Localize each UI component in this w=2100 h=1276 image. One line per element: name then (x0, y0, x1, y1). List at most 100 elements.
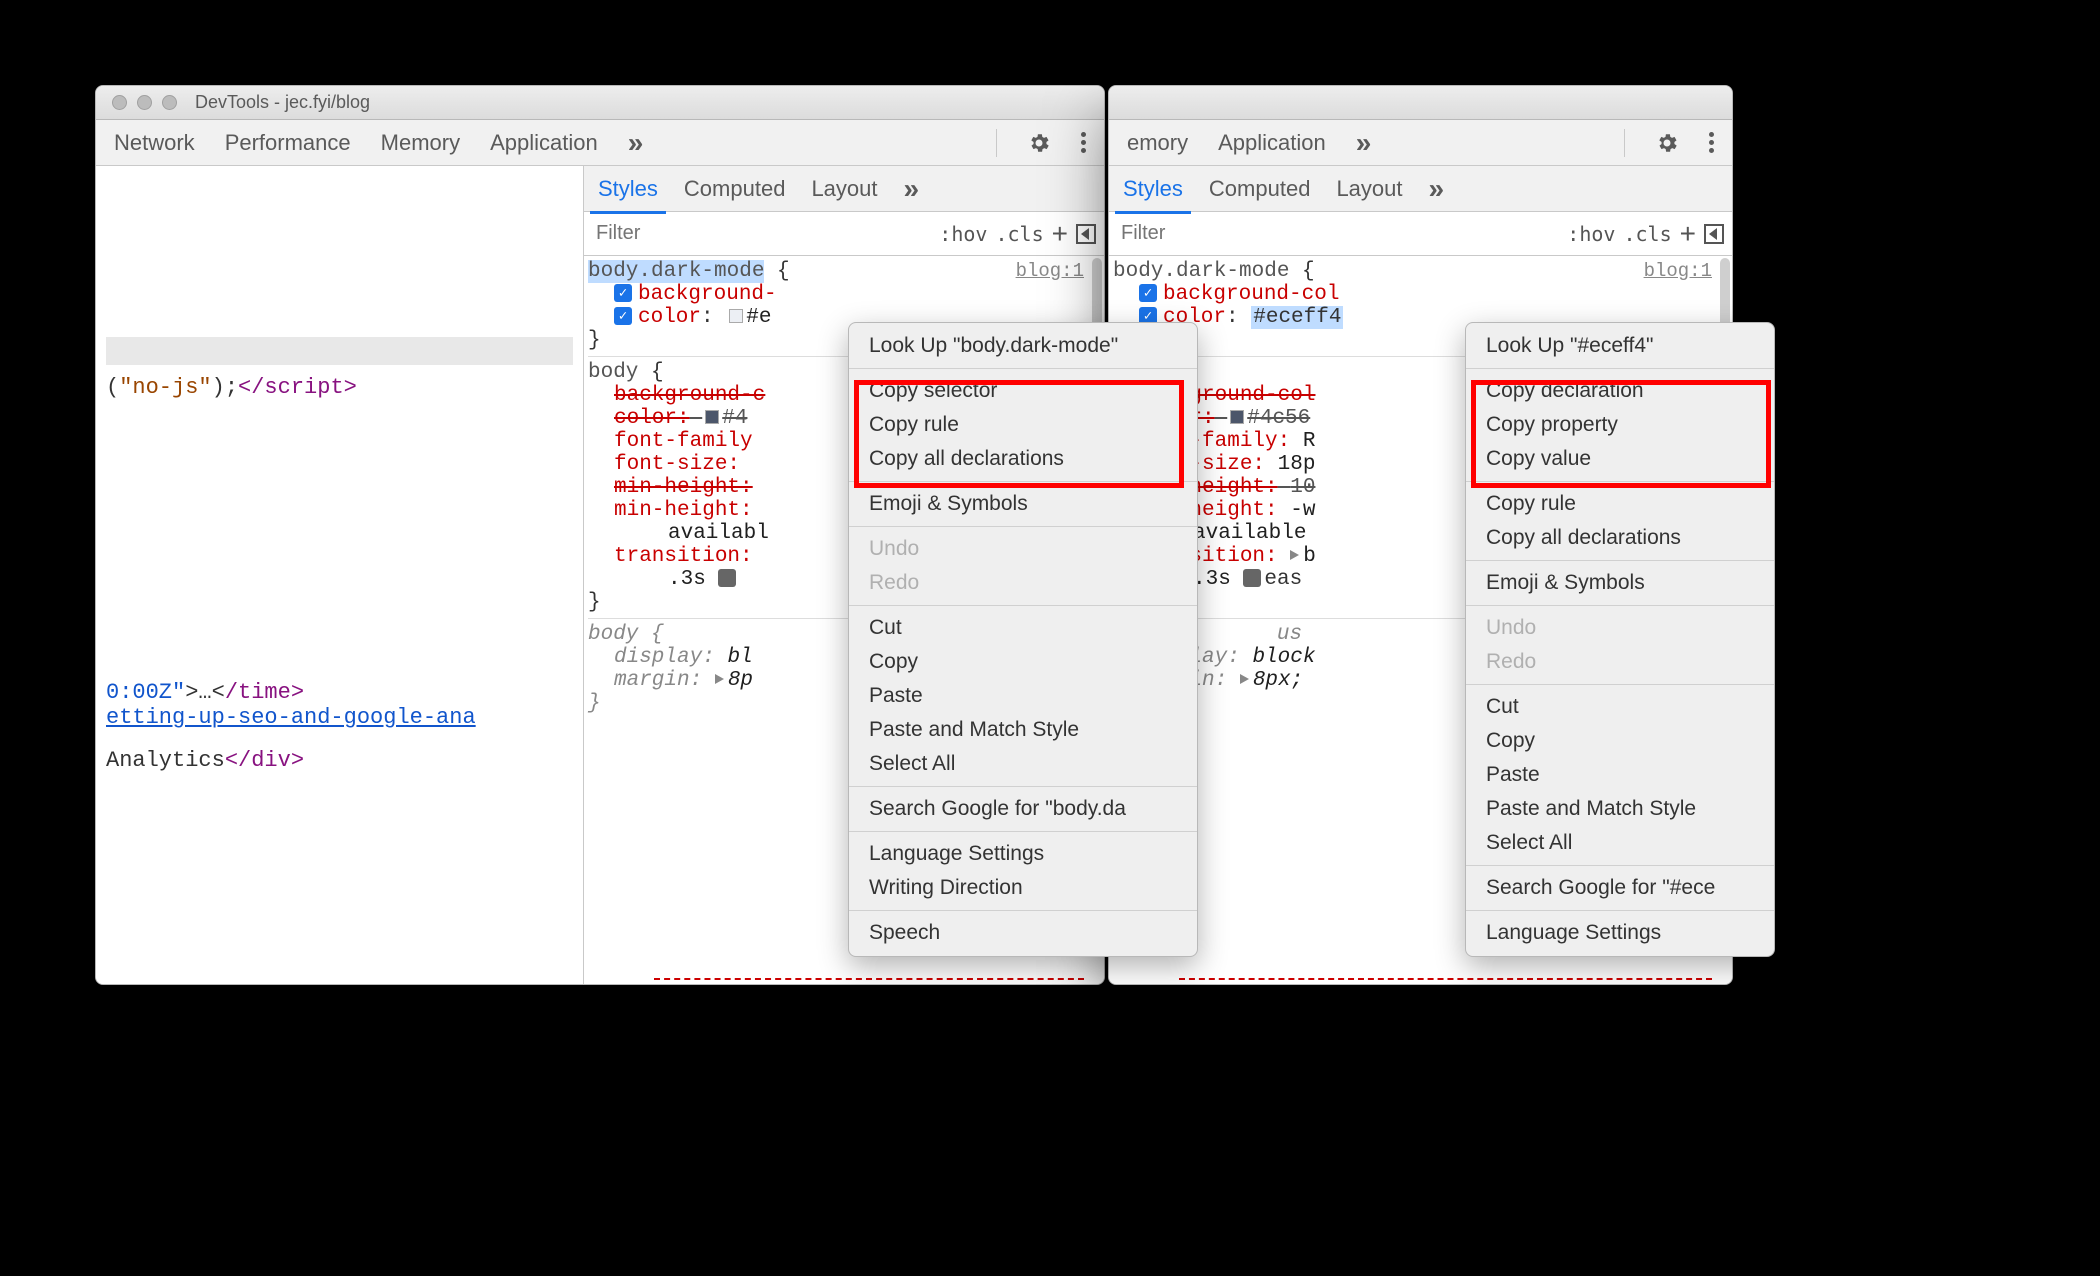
gear-icon[interactable] (1655, 131, 1679, 155)
filter-input[interactable] (592, 220, 931, 247)
ctx-paste-match[interactable]: Paste and Match Style (1466, 792, 1774, 826)
ctx-lookup[interactable]: Look Up "#eceff4" (1466, 329, 1774, 363)
easing-icon[interactable] (1243, 569, 1261, 587)
ctx-select-all[interactable]: Select All (849, 747, 1197, 781)
css-value[interactable]: #4 (722, 407, 747, 430)
css-prop[interactable]: font-size: (614, 453, 740, 476)
tabs-overflow-icon[interactable]: » (628, 127, 642, 159)
easing-icon[interactable] (718, 569, 736, 587)
tab-layout[interactable]: Layout (811, 176, 877, 202)
close-icon[interactable] (112, 95, 127, 110)
tab-computed[interactable]: Computed (1209, 176, 1311, 202)
checkbox-icon[interactable]: ✓ (614, 307, 632, 325)
css-prop[interactable]: font-family (614, 430, 753, 453)
tab-memory[interactable]: emory (1127, 130, 1188, 156)
css-prop[interactable]: background- (638, 283, 777, 306)
toggle-sidepanel-icon[interactable] (1076, 224, 1096, 244)
css-selector[interactable]: body.dark-mode (1113, 260, 1289, 283)
css-prop[interactable]: min-height: (614, 476, 753, 499)
kebab-icon[interactable] (1081, 132, 1086, 153)
css-value[interactable]: #4c56 (1247, 407, 1310, 430)
ctx-copy-all-declarations[interactable]: Copy all declarations (1466, 521, 1774, 555)
filter-input[interactable] (1117, 220, 1559, 247)
tab-computed[interactable]: Computed (684, 176, 786, 202)
zoom-icon[interactable] (162, 95, 177, 110)
ctx-language-settings[interactable]: Language Settings (1466, 916, 1774, 950)
ctx-lookup[interactable]: Look Up "body.dark-mode" (849, 329, 1197, 363)
ctx-copy[interactable]: Copy (849, 645, 1197, 679)
cls-toggle[interactable]: .cls (1623, 222, 1671, 246)
checkbox-icon[interactable]: ✓ (1139, 284, 1157, 302)
tab-performance[interactable]: Performance (225, 130, 351, 156)
ctx-paste[interactable]: Paste (1466, 758, 1774, 792)
ctx-speech[interactable]: Speech (849, 916, 1197, 950)
toggle-sidepanel-icon[interactable] (1704, 224, 1724, 244)
css-prop[interactable]: background-c (614, 384, 765, 407)
ctx-language-settings[interactable]: Language Settings (849, 837, 1197, 871)
checkbox-icon[interactable]: ✓ (614, 284, 632, 302)
tab-styles[interactable]: Styles (1123, 176, 1183, 202)
context-menu-a[interactable]: Look Up "body.dark-mode" Copy selector C… (848, 322, 1198, 957)
ctx-select-all[interactable]: Select All (1466, 826, 1774, 860)
styles-tabs-overflow-icon[interactable]: » (1429, 173, 1443, 205)
add-rule-icon[interactable]: + (1052, 218, 1068, 250)
css-selector[interactable]: body (588, 361, 638, 384)
ctx-copy-selector[interactable]: Copy selector (849, 374, 1197, 408)
expand-icon[interactable] (1240, 674, 1249, 684)
css-prop[interactable]: min-height: (614, 499, 753, 522)
ctx-copy-rule[interactable]: Copy rule (1466, 487, 1774, 521)
tab-application[interactable]: Application (490, 130, 598, 156)
ctx-cut[interactable]: Cut (1466, 690, 1774, 724)
styles-tabs-overflow-icon[interactable]: » (904, 173, 918, 205)
ctx-copy-all-declarations[interactable]: Copy all declarations (849, 442, 1197, 476)
ctx-cut[interactable]: Cut (849, 611, 1197, 645)
css-prop[interactable]: color (638, 306, 701, 329)
css-selector[interactable]: body.dark-mode (588, 260, 764, 283)
dom-link[interactable]: etting-up-seo-and-google-ana (106, 705, 476, 730)
css-value[interactable]: b (1303, 545, 1316, 568)
tabs-overflow-icon[interactable]: » (1356, 127, 1370, 159)
ctx-paste-match[interactable]: Paste and Match Style (849, 713, 1197, 747)
ctx-search-google[interactable]: Search Google for "body.da (849, 792, 1197, 826)
ctx-copy-value[interactable]: Copy value (1466, 442, 1774, 476)
tab-memory[interactable]: Memory (381, 130, 460, 156)
tab-layout[interactable]: Layout (1336, 176, 1402, 202)
source-link[interactable]: blog:1 (1644, 260, 1712, 282)
hov-toggle[interactable]: :hov (1567, 222, 1615, 246)
minimize-icon[interactable] (137, 95, 152, 110)
ctx-search-google[interactable]: Search Google for "#ece (1466, 871, 1774, 905)
css-prop[interactable]: transition: (614, 545, 753, 568)
ctx-emoji[interactable]: Emoji & Symbols (1466, 566, 1774, 600)
css-prop[interactable]: color: (614, 407, 690, 430)
ctx-copy[interactable]: Copy (1466, 724, 1774, 758)
color-swatch-icon[interactable] (1230, 410, 1244, 424)
tab-styles[interactable]: Styles (598, 176, 658, 202)
ctx-copy-property[interactable]: Copy property (1466, 408, 1774, 442)
hov-toggle[interactable]: :hov (939, 222, 987, 246)
titlebar[interactable] (1109, 86, 1732, 120)
tab-network[interactable]: Network (114, 130, 195, 156)
dom-panel[interactable]: ("no-js");</script> 0:00Z">…</time> etti… (96, 166, 584, 984)
add-rule-icon[interactable]: + (1680, 218, 1696, 250)
gear-icon[interactable] (1027, 131, 1051, 155)
ctx-copy-declaration[interactable]: Copy declaration (1466, 374, 1774, 408)
ctx-paste[interactable]: Paste (849, 679, 1197, 713)
color-swatch-icon[interactable] (705, 410, 719, 424)
css-prop[interactable]: background-col (1163, 283, 1339, 306)
kebab-icon[interactable] (1709, 132, 1714, 153)
traffic-lights[interactable] (112, 95, 177, 110)
css-value[interactable]: 18p (1278, 453, 1316, 476)
source-link[interactable]: blog:1 (1016, 260, 1084, 282)
titlebar[interactable]: DevTools - jec.fyi/blog (96, 86, 1104, 120)
expand-icon[interactable] (1290, 550, 1299, 560)
cls-toggle[interactable]: .cls (995, 222, 1043, 246)
color-swatch-icon[interactable] (729, 309, 743, 323)
css-value[interactable]: #e (746, 306, 771, 329)
ctx-writing-direction[interactable]: Writing Direction (849, 871, 1197, 905)
ctx-copy-rule[interactable]: Copy rule (849, 408, 1197, 442)
css-value[interactable]: 10 (1290, 476, 1315, 499)
css-selector[interactable]: body (588, 623, 638, 646)
css-value[interactable]: #eceff4 (1251, 306, 1343, 329)
tab-application[interactable]: Application (1218, 130, 1326, 156)
ctx-emoji[interactable]: Emoji & Symbols (849, 487, 1197, 521)
